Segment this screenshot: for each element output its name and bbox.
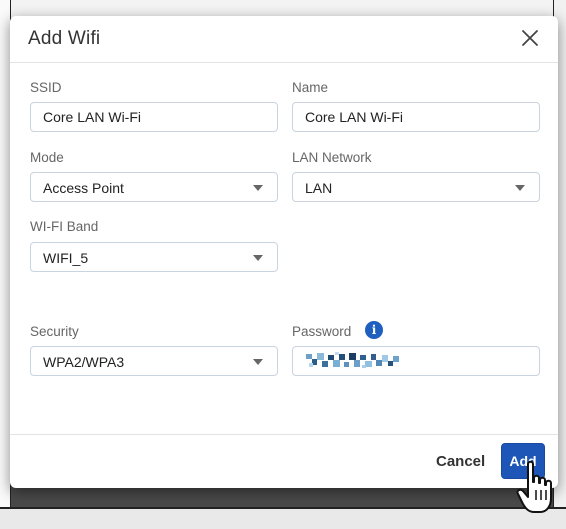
mode-label: Mode <box>30 150 64 165</box>
chevron-down-icon <box>253 185 263 191</box>
password-input[interactable] <box>292 346 540 376</box>
obscured-password-pattern <box>306 352 399 368</box>
wifi-band-label: WI-FI Band <box>30 219 99 234</box>
lan-network-label: LAN Network <box>292 150 372 165</box>
lan-network-select[interactable]: LAN <box>292 172 540 202</box>
name-label: Name <box>292 80 329 95</box>
info-icon[interactable]: i <box>365 321 383 339</box>
wifi-band-select[interactable]: WIFI_5 <box>30 242 278 272</box>
cancel-button[interactable]: Cancel <box>436 453 485 470</box>
chevron-down-icon <box>253 359 263 365</box>
security-select-value: WPA2/WPA3 <box>43 354 125 370</box>
name-input[interactable] <box>292 102 540 132</box>
security-label: Security <box>30 324 79 339</box>
password-label: Password <box>292 324 352 339</box>
dialog-title: Add Wifi <box>28 28 101 49</box>
dialog-footer: Cancel Add <box>10 434 558 489</box>
wifi-band-select-value: WIFI_5 <box>43 250 89 266</box>
mode-select[interactable]: Access Point <box>30 172 278 202</box>
lan-network-select-value: LAN <box>305 180 333 196</box>
backdrop-bottom-strip <box>0 507 566 529</box>
mode-select-value: Access Point <box>43 180 124 196</box>
security-select[interactable]: WPA2/WPA3 <box>30 346 278 376</box>
close-button[interactable] <box>518 26 542 50</box>
chevron-down-icon <box>253 255 263 261</box>
add-wifi-dialog: Add Wifi SSID Name Mode Access Point LAN… <box>10 16 558 488</box>
ssid-input[interactable] <box>30 102 278 132</box>
dialog-header: Add Wifi <box>10 16 558 63</box>
hand-pointer-cursor-icon <box>516 460 552 513</box>
close-icon <box>522 30 538 46</box>
ssid-label: SSID <box>30 80 62 95</box>
chevron-down-icon <box>515 185 525 191</box>
